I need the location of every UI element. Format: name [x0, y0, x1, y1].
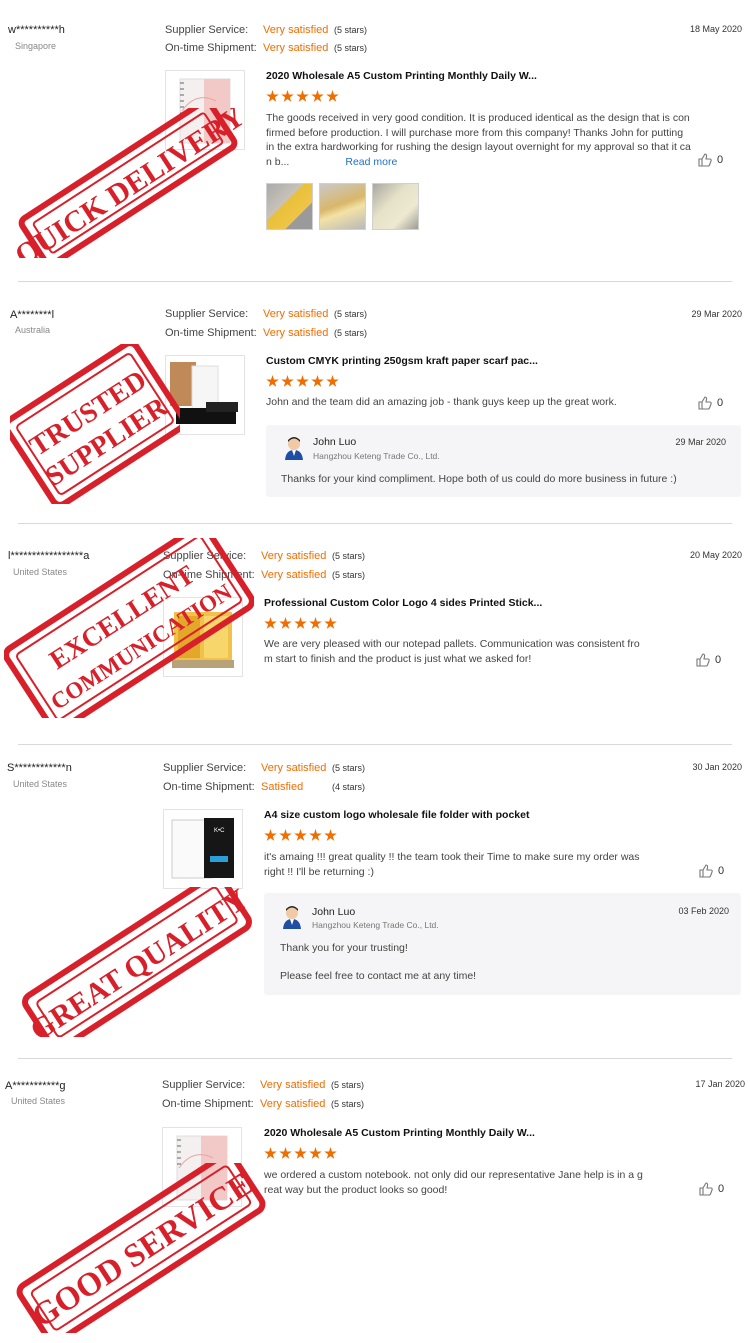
- reviewer-name: A***********g: [5, 1080, 66, 1092]
- reply-company: Hangzhou Keteng Trade Co., Ltd.: [313, 451, 440, 461]
- supplier-service-row: Supplier Service: Very satisfied (5 stars): [165, 24, 368, 36]
- reply-text: Thank you for your trusting! Please feel…: [280, 942, 477, 982]
- rating-stars: [264, 617, 339, 631]
- trusted-supplier-stamp: TRUSTED SUPPLIER: [10, 344, 180, 504]
- supplier-service-row: Supplier Service: Very satisfied (5 stars): [162, 1079, 365, 1091]
- reply-text: Thanks for your kind compliment. Hope bo…: [281, 473, 677, 485]
- reviewer-country: United States: [13, 779, 68, 789]
- review-photo[interactable]: [266, 183, 313, 230]
- shipment-row: On-time Shipment: Very satisfied (5 stars): [162, 1098, 365, 1110]
- like-button[interactable]: 0: [698, 153, 723, 167]
- thumbs-up-icon: [696, 653, 710, 667]
- supplier-service-row: Supplier Service: Very satisfied (5 stars): [163, 550, 366, 562]
- reply-date: 03 Feb 2020: [678, 906, 729, 916]
- product-thumbnail[interactable]: [162, 1127, 242, 1207]
- review-card: S************n United States Supplier Se…: [0, 745, 750, 1058]
- rating-stars: [264, 1147, 339, 1161]
- product-thumbnail[interactable]: [163, 597, 243, 677]
- product-thumbnail[interactable]: [165, 355, 245, 435]
- review-date: 29 Mar 2020: [691, 309, 742, 319]
- reviewer-country: United States: [11, 1096, 66, 1106]
- rating-stars: [264, 829, 339, 843]
- shipment-row: On-time Shipment: Satisfied (4 stars): [163, 781, 366, 793]
- thumbs-up-icon: [699, 864, 713, 878]
- shipment-row: On-time Shipment: Very satisfied (5 stars): [163, 569, 366, 581]
- seller-reply: John Luo Hangzhou Keteng Trade Co., Ltd.…: [264, 893, 741, 995]
- reviewer-name: A********l: [10, 309, 55, 321]
- product-thumbnail[interactable]: K•C: [163, 809, 243, 889]
- rating-stars: [266, 90, 341, 104]
- review-text: we ordered a custom notebook. not only d…: [264, 1169, 643, 1196]
- reviewer-country: United States: [13, 567, 68, 577]
- rating-stars: [266, 375, 341, 389]
- review-text: We are very pleased with our notepad pal…: [264, 638, 640, 665]
- supplier-service-row: Supplier Service: Very satisfied (5 stars): [165, 308, 368, 320]
- product-thumbnail[interactable]: [165, 70, 245, 150]
- review-photo[interactable]: [319, 183, 366, 230]
- like-button[interactable]: 0: [699, 1182, 724, 1196]
- review-text: it's amaing !!! great quality !! the tea…: [264, 851, 640, 878]
- svg-text:GREAT QUALITY: GREAT QUALITY: [24, 887, 253, 1037]
- review-card: A********l Australia Supplier Service: Ve…: [0, 282, 750, 524]
- svg-text:SUPPLIER: SUPPLIER: [40, 391, 174, 493]
- svg-text:K•C: K•C: [214, 828, 225, 834]
- seller-reply: John Luo Hangzhou Keteng Trade Co., Ltd.…: [266, 425, 741, 497]
- great-quality-stamp: GREAT QUALITY: [22, 887, 254, 1037]
- review-photo[interactable]: [372, 183, 419, 230]
- shipment-row: On-time Shipment: Very satisfied (5 stars): [165, 327, 368, 339]
- reviewer-name: w**********h: [8, 24, 65, 36]
- review-date: 18 May 2020: [689, 24, 742, 34]
- like-button[interactable]: 0: [699, 864, 724, 878]
- review-date: 20 May 2020: [689, 550, 742, 560]
- review-text: The goods received in very good conditio…: [266, 112, 691, 168]
- reply-company: Hangzhou Keteng Trade Co., Ltd.: [312, 920, 439, 930]
- reply-author: John Luo: [312, 906, 356, 918]
- svg-text:TRUSTED: TRUSTED: [24, 364, 152, 462]
- review-card: l*****************a United States Suppli…: [0, 524, 750, 744]
- reviewer-name: l*****************a: [8, 550, 90, 562]
- like-button[interactable]: 0: [698, 396, 723, 410]
- reviewer-name: S************n: [7, 762, 72, 774]
- reply-date: 29 Mar 2020: [675, 437, 726, 447]
- product-title-link[interactable]: A4 size custom logo wholesale file folde…: [264, 809, 529, 821]
- reviewer-country: Australia: [15, 325, 51, 335]
- review-date: 30 Jan 2020: [692, 762, 742, 772]
- shipment-row: On-time Shipment: Very satisfied (5 stars): [165, 42, 368, 54]
- product-title-link[interactable]: Custom CMYK printing 250gsm kraft paper …: [266, 355, 538, 367]
- avatar: [283, 906, 301, 929]
- thumbs-up-icon: [698, 153, 712, 167]
- supplier-service-row: Supplier Service: Very satisfied (5 stars): [163, 762, 366, 774]
- product-title-link[interactable]: 2020 Wholesale A5 Custom Printing Monthl…: [266, 70, 537, 82]
- reply-author: John Luo: [313, 436, 357, 448]
- product-title-link[interactable]: 2020 Wholesale A5 Custom Printing Monthl…: [264, 1127, 535, 1139]
- product-title-link[interactable]: Professional Custom Color Logo 4 sides P…: [264, 597, 542, 609]
- like-button[interactable]: 0: [696, 653, 721, 667]
- review-text: John and the team did an amazing job - t…: [266, 396, 617, 408]
- review-card: A***********g United States Supplier Ser…: [0, 1059, 750, 1343]
- review-card: w**********h Singapore Supplier Service:…: [0, 0, 750, 282]
- reviewer-country: Singapore: [15, 41, 57, 51]
- avatar: [285, 437, 303, 460]
- thumbs-up-icon: [699, 1182, 713, 1196]
- thumbs-up-icon: [698, 396, 712, 410]
- read-more-link[interactable]: Read more: [345, 156, 397, 168]
- review-date: 17 Jan 2020: [695, 1079, 745, 1089]
